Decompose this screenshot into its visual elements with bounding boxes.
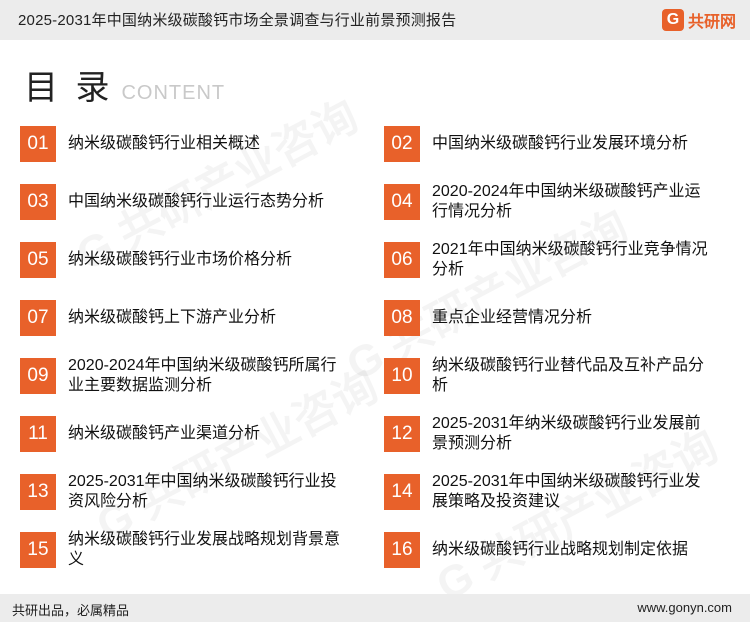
toc-item[interactable]: 16 纳米级碳酸钙行业战略规划制定依据 — [384, 524, 714, 576]
toc-item[interactable]: 03 中国纳米级碳酸钙行业运行态势分析 — [20, 176, 350, 228]
toc-item[interactable]: 02 中国纳米级碳酸钙行业发展环境分析 — [384, 118, 714, 170]
toc-item-label: 2025-2031年中国纳米级碳酸钙行业发展策略及投资建议 — [432, 473, 701, 510]
toc-item[interactable]: 07 纳米级碳酸钙上下游产业分析 — [20, 292, 350, 344]
toc-item[interactable]: 10 纳米级碳酸钙行业替代品及互补产品分析 — [384, 350, 714, 402]
footer-url[interactable]: www.gonyn.com — [637, 600, 732, 615]
toc-item-number: 11 — [20, 416, 56, 452]
toc-item[interactable]: 11 纳米级碳酸钙产业渠道分析 — [20, 408, 350, 460]
toc-item-label: 纳米级碳酸钙行业替代品及互补产品分析 — [432, 357, 705, 394]
toc-item-number: 16 — [384, 532, 420, 568]
toc-item[interactable]: 15 纳米级碳酸钙行业发展战略规划背景意义 — [20, 524, 350, 576]
toc-item-label: 纳米级碳酸钙行业发展战略规划背景意义 — [68, 531, 341, 568]
toc-item-number: 15 — [20, 532, 56, 568]
toc-item-label: 纳米级碳酸钙产业渠道分析 — [68, 425, 261, 442]
toc-item-label: 纳米级碳酸钙行业相关概述 — [68, 135, 261, 152]
toc-item[interactable]: 13 2025-2031年中国纳米级碳酸钙行业投资风险分析 — [20, 466, 350, 518]
toc-item-label: 2020-2024年中国纳米级碳酸钙产业运行情况分析 — [432, 183, 701, 220]
toc-item[interactable]: 05 纳米级碳酸钙行业市场价格分析 — [20, 234, 350, 286]
toc-item[interactable]: 09 2020-2024年中国纳米级碳酸钙所属行业主要数据监测分析 — [20, 350, 350, 402]
toc-item-number: 13 — [20, 474, 56, 510]
toc-item-number: 14 — [384, 474, 420, 510]
footer-slogan: 共研出品，必属精品 — [12, 603, 130, 618]
toc-item-label: 重点企业经营情况分析 — [432, 309, 593, 326]
toc-item-number: 08 — [384, 300, 420, 336]
toc-item[interactable]: 08 重点企业经营情况分析 — [384, 292, 714, 344]
toc-item[interactable]: 04 2020-2024年中国纳米级碳酸钙产业运行情况分析 — [384, 176, 714, 228]
toc-item-number: 07 — [20, 300, 56, 336]
toc-item-number: 01 — [20, 126, 56, 162]
toc-item[interactable]: 12 2025-2031年纳米级碳酸钙行业发展前景预测分析 — [384, 408, 714, 460]
toc-item[interactable]: 01 纳米级碳酸钙行业相关概述 — [20, 118, 350, 170]
toc-item-label: 纳米级碳酸钙上下游产业分析 — [68, 309, 277, 326]
toc-item-number: 09 — [20, 358, 56, 394]
toc-item[interactable]: 14 2025-2031年中国纳米级碳酸钙行业发展策略及投资建议 — [384, 466, 714, 518]
toc-list: 01 纳米级碳酸钙行业相关概述 02 中国纳米级碳酸钙行业发展环境分析 03 中… — [0, 0, 750, 622]
toc-item-number: 02 — [384, 126, 420, 162]
toc-item-number: 04 — [384, 184, 420, 220]
toc-item-label: 中国纳米级碳酸钙行业发展环境分析 — [432, 135, 689, 152]
toc-item-label: 纳米级碳酸钙行业战略规划制定依据 — [432, 541, 689, 558]
toc-item-label: 2025-2031年中国纳米级碳酸钙行业投资风险分析 — [68, 473, 337, 510]
footer-bar: 共研出品，必属精品 www.gonyn.com — [0, 594, 750, 622]
toc-item-label: 2020-2024年中国纳米级碳酸钙所属行业主要数据监测分析 — [68, 357, 337, 394]
toc-item-label: 2025-2031年纳米级碳酸钙行业发展前景预测分析 — [432, 415, 701, 452]
toc-item-number: 10 — [384, 358, 420, 394]
toc-item[interactable]: 06 2021年中国纳米级碳酸钙行业竞争情况分析 — [384, 234, 714, 286]
toc-item-label: 中国纳米级碳酸钙行业运行态势分析 — [68, 193, 325, 210]
toc-item-number: 12 — [384, 416, 420, 452]
toc-item-number: 05 — [20, 242, 56, 278]
toc-item-number: 03 — [20, 184, 56, 220]
toc-item-number: 06 — [384, 242, 420, 278]
toc-item-label: 纳米级碳酸钙行业市场价格分析 — [68, 251, 293, 268]
toc-item-label: 2021年中国纳米级碳酸钙行业竞争情况分析 — [432, 241, 708, 278]
